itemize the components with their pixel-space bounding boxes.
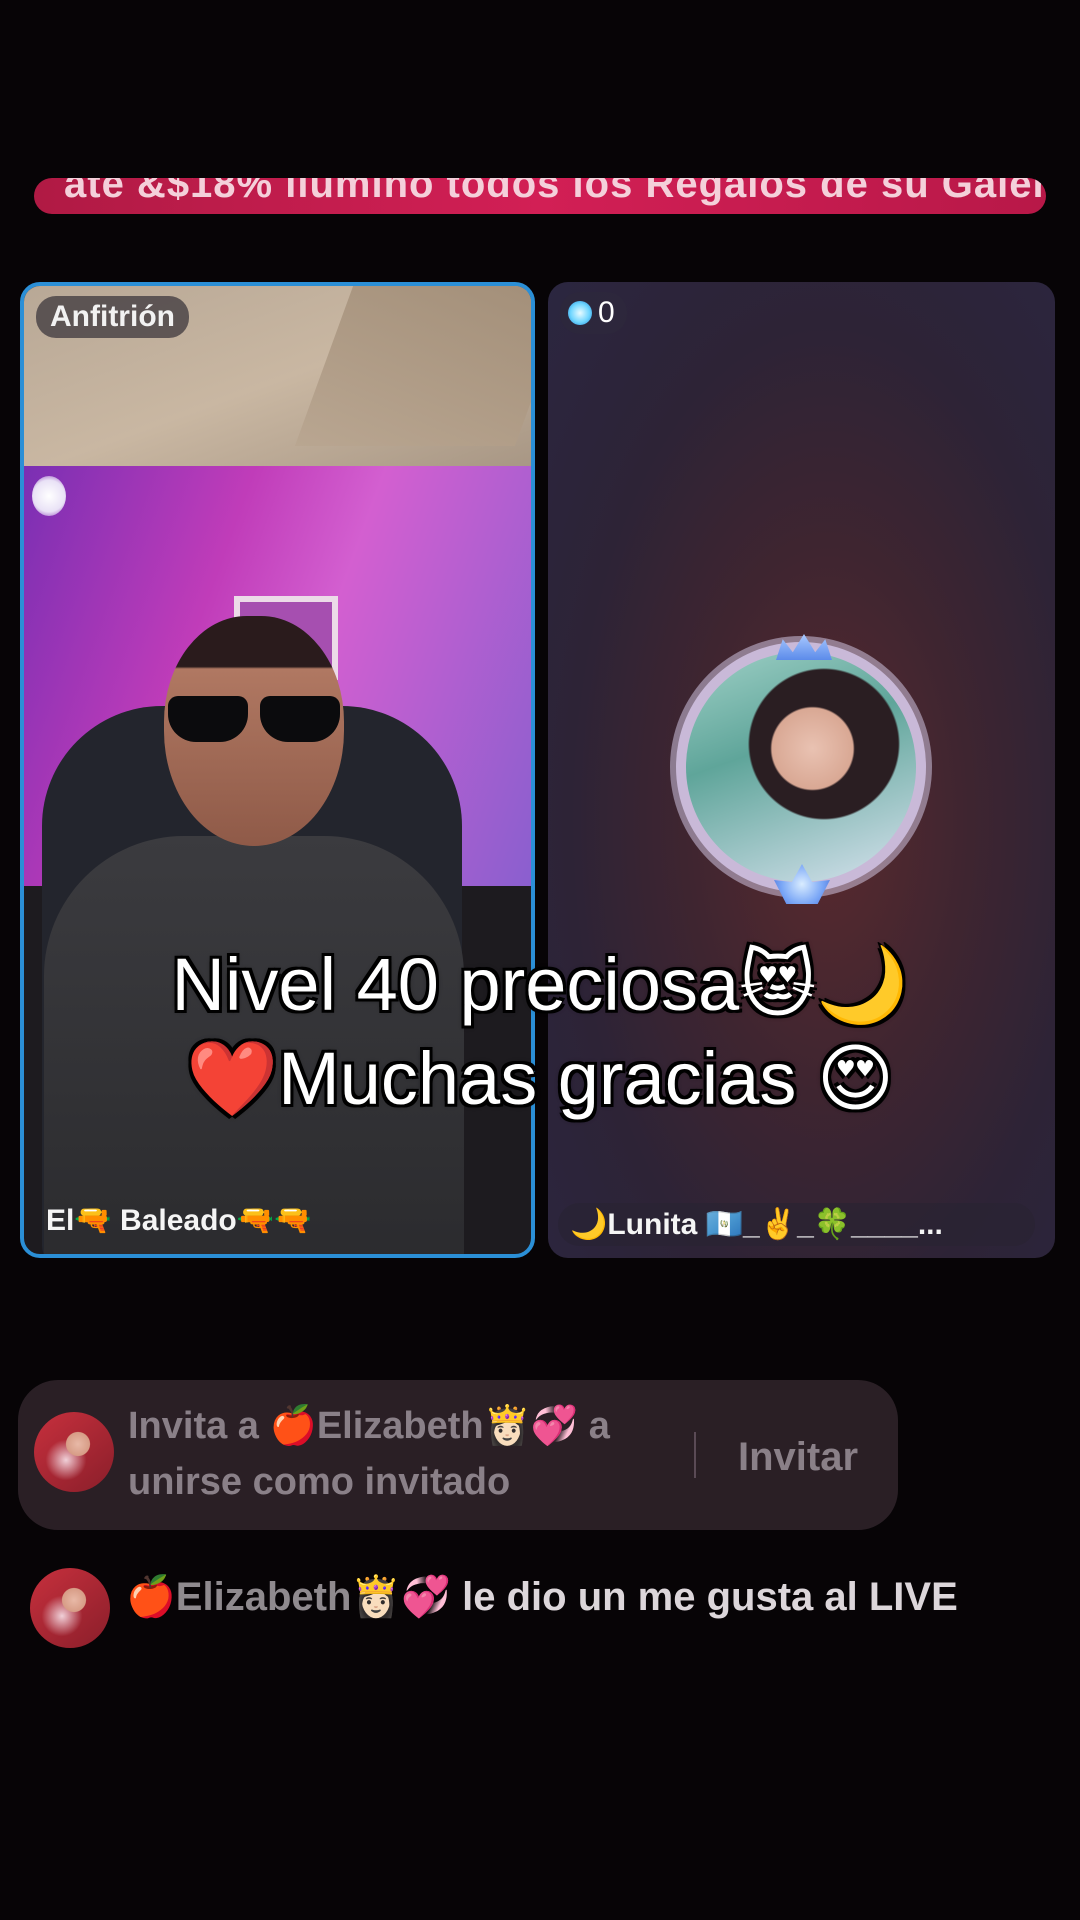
gift-banner-text: ate &$18% llumino todos los Regalos de s… <box>64 178 1046 206</box>
invite-button[interactable]: Invitar <box>718 1428 878 1484</box>
divider <box>694 1432 696 1478</box>
chat-message: 🍎Elizabeth👸🏻💞 le dio un me gusta al LIVE <box>30 1568 1030 1698</box>
guest-score-badge: 0 <box>560 292 627 334</box>
host-badge: Anfitrión <box>36 296 189 338</box>
host-name[interactable]: El🔫 Baleado🔫🔫 <box>34 1199 323 1242</box>
sunglasses-icon <box>164 696 344 744</box>
invite-notice-text: Invita a 🍎Elizabeth👸🏻💞 a unirse como inv… <box>128 1405 610 1503</box>
caption-line-2: ❤️Muchas gracias 😍 <box>185 1037 895 1120</box>
gift-banner[interactable]: ate &$18% llumino todos los Regalos de s… <box>34 178 1046 214</box>
guest-avatar-photo <box>686 652 916 882</box>
guest-score: 0 <box>598 296 615 329</box>
diamond-icon <box>568 301 592 325</box>
chat-message-body: le dio un me gusta al LIVE <box>462 1575 958 1619</box>
caption-line-1: Nivel 40 preciosa😻🌙 <box>171 943 909 1026</box>
guest-name[interactable]: 🌙Lunita 🇬🇹_✌️_🍀____... <box>558 1203 1035 1246</box>
avatar-crown-icon <box>776 634 832 660</box>
video-lamp <box>32 476 66 516</box>
video-caption: Nivel 40 preciosa😻🌙 ❤️Muchas gracias 😍 <box>0 938 1080 1126</box>
chat-message-text: 🍎Elizabeth👸🏻💞 le dio un me gusta al LIVE <box>126 1568 1006 1626</box>
chat-username[interactable]: 🍎Elizabeth👸🏻💞 <box>126 1575 451 1619</box>
invite-notice: Invita a 🍎Elizabeth👸🏻💞 a unirse como inv… <box>18 1380 898 1530</box>
avatar[interactable] <box>34 1412 114 1492</box>
guest-avatar[interactable] <box>676 642 926 892</box>
avatar[interactable] <box>30 1568 110 1648</box>
